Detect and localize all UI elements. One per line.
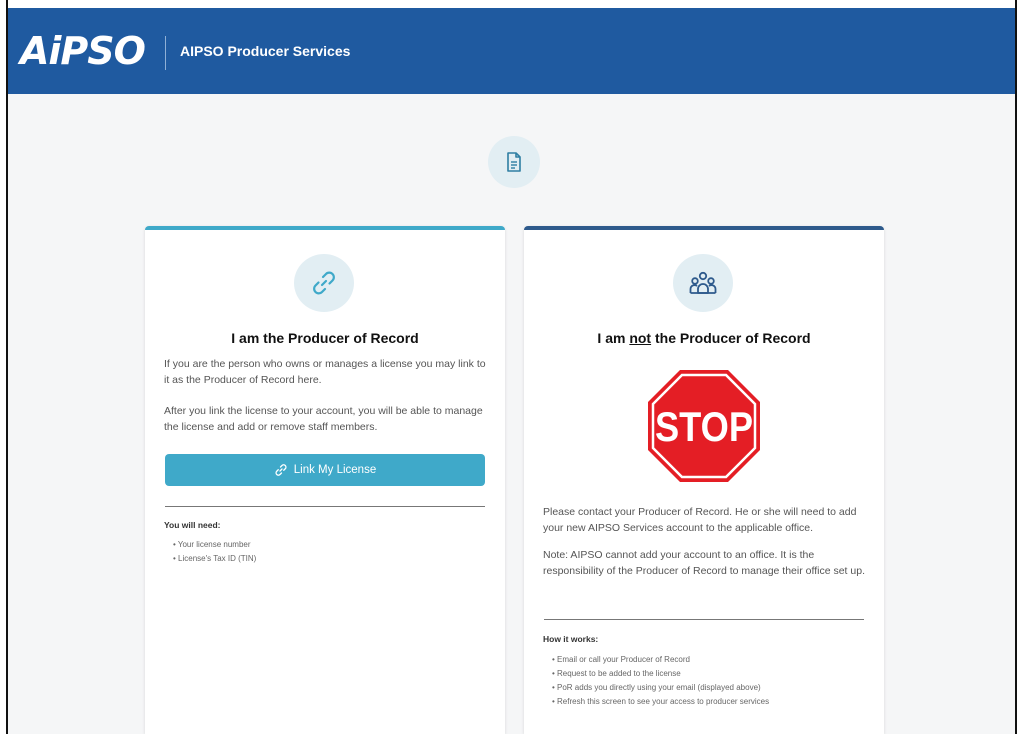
- window-right-frame: [1015, 0, 1021, 734]
- list-item: • Request to be added to the license: [552, 669, 681, 678]
- how-it-works-heading: How it works:: [543, 634, 599, 644]
- stop-sign-icon: STOP: [644, 366, 764, 486]
- list-item: • License's Tax ID (TIN): [173, 554, 257, 563]
- window-top-frame: [0, 0, 1021, 8]
- list-item: • Refresh this screen to see your access…: [552, 697, 770, 706]
- aipso-note-text: Note: AIPSO cannot add your account to a…: [543, 549, 865, 577]
- producer-card-details: After you link the license to your accou…: [164, 405, 483, 433]
- not-producer-of-record-card: I am not the Producer of Record STOP Ple…: [524, 226, 884, 734]
- link-my-license-button[interactable]: Link My License: [165, 454, 485, 486]
- you-will-need-heading: You will need:: [164, 520, 221, 530]
- producer-card-title: I am the Producer of Record: [231, 330, 419, 346]
- list-item: • Email or call your Producer of Record: [552, 655, 690, 664]
- document-icon: [488, 136, 540, 188]
- window-left-frame: [0, 0, 8, 734]
- app-title: AIPSO Producer Services: [180, 43, 351, 59]
- not-producer-card-title: I am not the Producer of Record: [597, 330, 811, 346]
- aipso-logo[interactable]: AiPSO: [20, 30, 146, 72]
- list-item: • Your license number: [173, 540, 251, 549]
- list-item: • PoR adds you directly using your email…: [552, 683, 761, 692]
- stop-sign-text: STOP: [655, 403, 753, 450]
- not-underlined: not: [629, 330, 652, 346]
- users-icon: [673, 254, 733, 312]
- not-producer-card-divider: [544, 619, 864, 620]
- how-it-works-list: • Email or call your Producer of Record …: [552, 653, 769, 709]
- producer-card-description: If you are the person who owns or manage…: [164, 358, 486, 386]
- header-divider: [165, 36, 166, 70]
- logo-text: AiPSO: [20, 29, 146, 73]
- link-button-label: Link My License: [293, 464, 377, 476]
- link-icon: [294, 254, 354, 312]
- producer-of-record-card: I am the Producer of Record If you are t…: [145, 226, 505, 734]
- you-will-need-list: • Your license number • License's Tax ID…: [173, 538, 256, 566]
- producer-card-divider: [165, 506, 485, 507]
- app-header: AiPSO AIPSO Producer Services: [8, 8, 1015, 94]
- link-button-icon: [275, 464, 287, 476]
- contact-producer-text: Please contact your Producer of Record. …: [543, 506, 857, 534]
